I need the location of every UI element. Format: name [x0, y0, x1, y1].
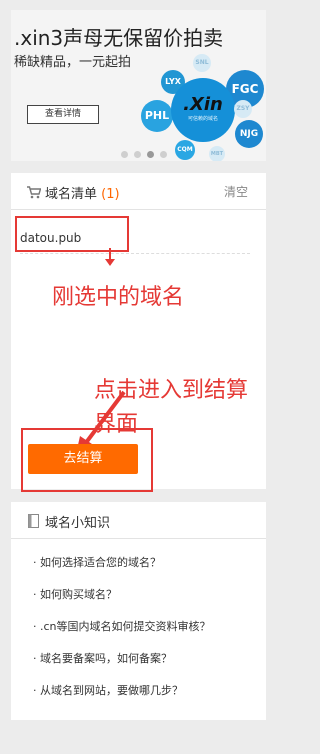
xin-logo: .Xin 可信赖的域名	[171, 78, 235, 142]
domain-count: (1)	[101, 187, 120, 202]
promo-banner[interactable]: .xin3声母无保留价拍卖 稀缺精品，一元起拍 查看详情 LYX SNL FGC…	[11, 10, 266, 161]
domain-list-title: 域名清单 (1)	[45, 187, 120, 202]
banner-graphic: LYX SNL FGC PHL .Xin 可信赖的域名 NJG CQM ZSY …	[131, 50, 266, 161]
annotation-selected-label: 刚选中的域名	[52, 285, 185, 310]
xin-logo-text: .Xin	[183, 94, 223, 115]
banner-subtitle: 稀缺精品，一元起拍	[14, 55, 132, 70]
divider	[20, 253, 250, 254]
carousel-dot-active[interactable]	[147, 151, 154, 158]
annotation-arrow-down	[105, 248, 115, 266]
carousel-dot[interactable]	[160, 151, 167, 158]
knowledge-link[interactable]: · 从域名到网站，要做哪几步？	[33, 682, 211, 714]
knowledge-list: · 如何选择适合您的域名？ · 如何购买域名？ · .cn等国内域名如何提交资料…	[33, 554, 211, 714]
banner-title: .xin3声母无保留价拍卖	[14, 26, 224, 50]
bubble-mbt: MBT	[209, 146, 225, 161]
knowledge-title: 域名小知识	[45, 516, 111, 531]
knowledge-link[interactable]: · 域名要备案吗，如何备案？	[33, 650, 211, 682]
bubble-phl: PHL	[141, 100, 173, 132]
bubble-snl: SNL	[193, 54, 211, 72]
knowledge-link[interactable]: · 如何购买域名？	[33, 586, 211, 618]
xin-logo-caption: 可信赖的域名	[187, 116, 218, 122]
domain-list-header: 域名清单 (1) 清空	[11, 173, 266, 210]
clear-button[interactable]: 清空	[224, 183, 248, 200]
view-details-button[interactable]: 查看详情	[27, 105, 99, 124]
carousel-dots	[121, 151, 167, 159]
annotation-box-domain	[15, 216, 129, 252]
knowledge-header: 域名小知识	[11, 502, 266, 539]
cart-icon	[27, 184, 42, 203]
document-icon	[28, 513, 39, 532]
carousel-dot[interactable]	[121, 151, 128, 158]
knowledge-link[interactable]: · .cn等国内域名如何提交资料审核？	[33, 618, 211, 650]
knowledge-panel: 域名小知识 · 如何选择适合您的域名？ · 如何购买域名？ · .cn等国内域名…	[11, 502, 266, 720]
bubble-zsy: ZSY	[234, 100, 252, 118]
knowledge-link[interactable]: · 如何选择适合您的域名？	[33, 554, 211, 586]
bubble-njg: NJG	[235, 120, 263, 148]
bubble-cqm: CQM	[175, 140, 195, 160]
checkout-button[interactable]: 去结算	[28, 444, 138, 474]
carousel-dot[interactable]	[134, 151, 141, 158]
